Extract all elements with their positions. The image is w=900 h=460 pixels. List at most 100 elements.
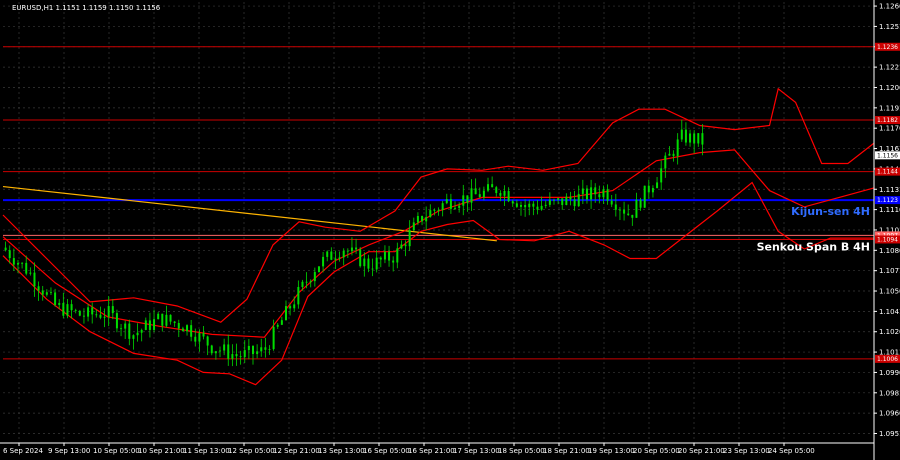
candle-body — [21, 262, 24, 264]
candle-body — [404, 244, 407, 247]
level-price-label: 1.1144 — [877, 169, 898, 176]
candle-body — [383, 251, 386, 260]
candle-body — [330, 251, 333, 260]
level-annotation: Kijun-sen 4H — [791, 205, 870, 218]
y-tick-label: 1.1026 — [879, 328, 900, 336]
horizontal-levels — [3, 46, 874, 360]
candle-body — [322, 256, 325, 267]
candle-body — [276, 324, 279, 327]
candle-body — [231, 354, 234, 359]
candle-body — [268, 349, 271, 350]
candle-body — [194, 336, 197, 342]
candle-body — [392, 260, 395, 263]
candle-body — [668, 153, 671, 156]
candle-body — [198, 332, 201, 342]
candle-body — [569, 196, 572, 200]
candle-body — [499, 193, 502, 196]
candle-body — [396, 248, 399, 263]
level-price-label: 1.1006 — [877, 356, 898, 363]
candle-body — [610, 200, 613, 205]
x-tick-label: 19 Sep 13:00 — [588, 447, 635, 455]
candle-body — [454, 207, 457, 209]
y-tick-label: 1.0951 — [879, 430, 900, 438]
candle-body — [91, 307, 94, 315]
y-tick-label: 1.1266 — [879, 3, 900, 11]
candle-body — [206, 336, 209, 346]
candle-body — [470, 188, 473, 203]
candle-body — [99, 314, 102, 318]
candle-body — [214, 351, 217, 354]
trend-lines — [2, 185, 497, 242]
candle-body — [664, 155, 667, 169]
candle-body — [219, 350, 222, 352]
x-tick-label: 18 Sep 05:00 — [498, 447, 545, 455]
candle-body — [272, 326, 275, 350]
price-chart[interactable]: 1.1266 1.1251 1.1236 1.1221 1.1206 1.1191 1.11… — [0, 0, 900, 460]
candle-body — [173, 321, 176, 323]
level-price-label: 1.1123 — [877, 197, 898, 204]
candle-body — [429, 210, 432, 218]
candle-body — [103, 316, 106, 318]
candle-body — [614, 204, 617, 210]
candle-body — [421, 216, 424, 222]
level-price-label: 1.1094 — [877, 236, 898, 243]
x-tick-label: 23 Sep 13:00 — [723, 447, 770, 455]
candle-body — [544, 204, 547, 206]
level-price-label: 1.1236 — [877, 44, 898, 51]
y-tick-label: 1.0966 — [879, 410, 900, 418]
candle-body — [115, 313, 118, 329]
candle-body — [449, 199, 452, 209]
candle-body — [503, 191, 506, 196]
candle-body — [602, 189, 605, 198]
candle-body — [548, 199, 551, 205]
candle-body — [289, 306, 292, 309]
candle-body — [157, 313, 160, 320]
level-price-label: 1.1182 — [877, 117, 898, 124]
candle-body — [4, 247, 7, 251]
candle-body — [62, 302, 65, 316]
candle-body — [297, 286, 300, 305]
grid — [3, 2, 874, 443]
x-tick-label: 12 Sep 05:00 — [228, 447, 275, 455]
candle-body — [643, 185, 646, 208]
candle-body — [507, 191, 510, 202]
candle-body — [515, 203, 518, 207]
candle-body — [284, 306, 287, 321]
candle-body — [186, 325, 189, 332]
x-tick-label: 11 Sep 13:00 — [183, 447, 230, 455]
candle-body — [260, 347, 263, 352]
candle-body — [519, 204, 522, 207]
candle-body — [536, 206, 539, 210]
candle-body — [227, 344, 230, 359]
candle-body — [693, 133, 696, 144]
candle-body — [684, 129, 687, 143]
candle-body — [388, 251, 391, 261]
y-tick-label: 1.1086 — [879, 247, 900, 255]
candle-body — [45, 292, 48, 295]
candle-body — [111, 306, 114, 314]
candle-body — [54, 292, 57, 305]
candle-body — [528, 203, 531, 208]
candle-body — [359, 249, 362, 267]
candle-body — [697, 133, 700, 144]
x-tick-label: 17 Sep 13:00 — [453, 447, 500, 455]
candle-body — [169, 314, 172, 322]
x-tick-label: 18 Sep 21:00 — [543, 447, 590, 455]
candle-body — [144, 320, 147, 330]
candle-body — [66, 304, 69, 316]
candle-body — [33, 272, 36, 287]
candle-body — [379, 257, 382, 260]
candle-body — [153, 319, 156, 330]
candle-body — [491, 184, 494, 188]
candle-body — [70, 304, 73, 311]
chart-title: EURUSD,H1 1.1151 1.1159 1.1150 1.1156 — [12, 4, 161, 12]
candle-body — [346, 250, 349, 252]
candle-body — [165, 314, 168, 326]
candle-body — [680, 129, 683, 140]
candle-body — [416, 216, 419, 223]
candle-body — [689, 133, 692, 143]
candle-body — [458, 205, 461, 208]
candle-body — [577, 193, 580, 207]
candle-body — [190, 325, 193, 337]
candle-body — [552, 199, 555, 201]
